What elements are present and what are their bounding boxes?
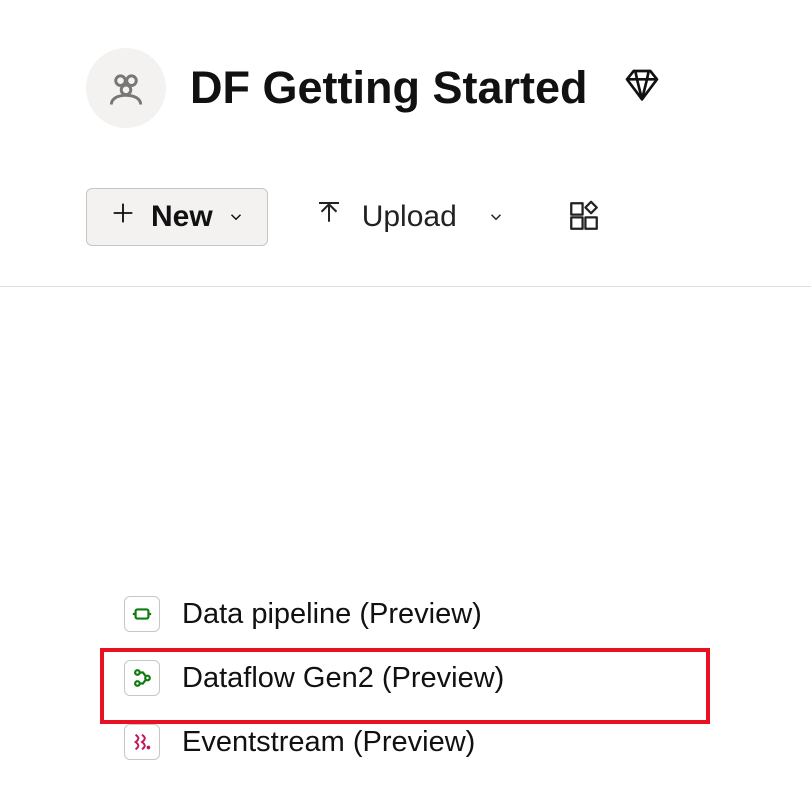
divider bbox=[0, 286, 811, 287]
upload-button-label: Upload bbox=[362, 200, 457, 234]
new-button[interactable]: New bbox=[86, 188, 268, 246]
menu-item-label: Data pipeline (Preview) bbox=[182, 598, 482, 631]
menu-item-data-pipeline[interactable]: Data pipeline (Preview) bbox=[102, 582, 706, 646]
new-button-label: New bbox=[151, 200, 213, 234]
plus-icon bbox=[109, 199, 137, 235]
workspace-icon bbox=[86, 48, 166, 128]
new-menu: Data pipeline (Preview) Dataflow Gen2 (P… bbox=[102, 570, 706, 796]
toolbar: New Upload bbox=[0, 128, 811, 246]
chevron-down-icon bbox=[487, 200, 505, 234]
apps-button[interactable] bbox=[561, 193, 607, 242]
premium-icon bbox=[622, 66, 662, 111]
upload-icon bbox=[314, 198, 344, 236]
menu-item-label: Dataflow Gen2 (Preview) bbox=[182, 662, 504, 695]
dataflow-icon bbox=[124, 660, 160, 696]
menu-item-eventstream[interactable]: Eventstream (Preview) bbox=[102, 710, 706, 774]
workspace-title: DF Getting Started bbox=[190, 62, 588, 114]
upload-button[interactable]: Upload bbox=[308, 188, 511, 246]
workspace-header: DF Getting Started bbox=[0, 0, 811, 128]
pipeline-icon bbox=[124, 596, 160, 632]
apps-icon bbox=[567, 221, 601, 236]
chevron-down-icon bbox=[227, 200, 245, 234]
menu-item-dataflow-gen2[interactable]: Dataflow Gen2 (Preview) bbox=[102, 646, 706, 710]
eventstream-icon bbox=[124, 724, 160, 760]
menu-item-label: Eventstream (Preview) bbox=[182, 726, 475, 759]
